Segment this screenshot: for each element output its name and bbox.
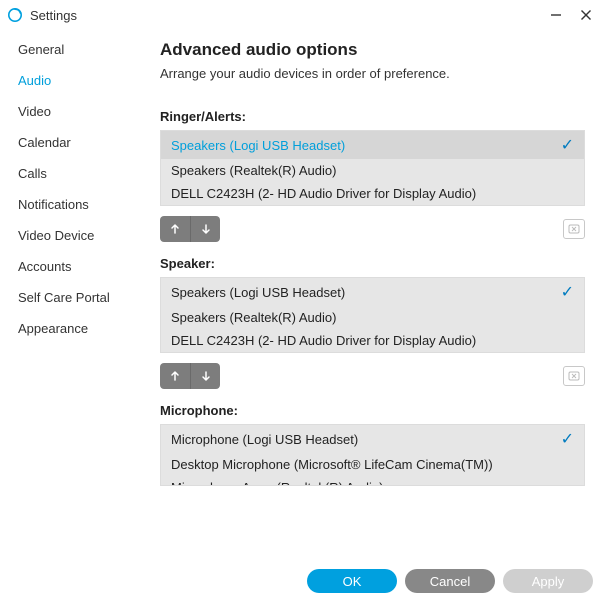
cancel-button[interactable]: Cancel <box>405 569 495 593</box>
device-row[interactable]: Speakers (Logi USB Headset) ✓ <box>161 278 584 306</box>
speaker-list-controls <box>160 363 585 389</box>
device-row[interactable]: Speakers (Realtek(R) Audio) <box>161 159 584 182</box>
check-icon: ✓ <box>554 282 574 302</box>
microphone-label: Microphone: <box>160 403 585 418</box>
main-panel: Advanced audio options Arrange your audi… <box>160 30 607 561</box>
page-subtitle: Arrange your audio devices in order of p… <box>160 66 585 81</box>
speaker-device-list: Speakers (Logi USB Headset) ✓ Speakers (… <box>160 277 585 353</box>
speaker-label: Speaker: <box>160 256 585 271</box>
device-row[interactable]: Microphone (Logi USB Headset) ✓ <box>161 425 584 453</box>
device-label: Desktop Microphone (Microsoft® LifeCam C… <box>171 457 574 472</box>
sidebar-item-accounts[interactable]: Accounts <box>0 251 160 282</box>
device-label: DELL C2423H (2- HD Audio Driver for Disp… <box>171 186 574 201</box>
sidebar-item-label: Appearance <box>18 321 88 336</box>
reorder-buttons <box>160 363 220 389</box>
sidebar-item-calls[interactable]: Calls <box>0 158 160 189</box>
app-icon <box>6 6 24 24</box>
check-icon: ✓ <box>554 429 574 449</box>
device-label: Microphone (Logi USB Headset) <box>171 432 554 447</box>
ringer-list-controls <box>160 216 585 242</box>
ringer-label: Ringer/Alerts: <box>160 109 585 124</box>
device-row[interactable]: Speakers (Realtek(R) Audio) <box>161 306 584 329</box>
move-up-button[interactable] <box>160 363 190 389</box>
sidebar-item-self-care-portal[interactable]: Self Care Portal <box>0 282 160 313</box>
sidebar-item-label: Video Device <box>18 228 94 243</box>
ringer-device-list: Speakers (Logi USB Headset) ✓ Speakers (… <box>160 130 585 206</box>
body: General Audio Video Calendar Calls Notif… <box>0 30 607 561</box>
sidebar-item-label: Calendar <box>18 135 71 150</box>
window-title: Settings <box>30 8 77 23</box>
sidebar-item-video[interactable]: Video <box>0 96 160 127</box>
device-row[interactable]: Speakers (Logi USB Headset) ✓ <box>161 131 584 159</box>
sidebar-item-label: Accounts <box>18 259 71 274</box>
close-button[interactable] <box>571 1 601 29</box>
device-label: Speakers (Logi USB Headset) <box>171 285 554 300</box>
sidebar-item-video-device[interactable]: Video Device <box>0 220 160 251</box>
page-title: Advanced audio options <box>160 40 585 60</box>
microphone-device-list: Microphone (Logi USB Headset) ✓ Desktop … <box>160 424 585 486</box>
device-row[interactable]: Desktop Microphone (Microsoft® LifeCam C… <box>161 453 584 476</box>
sidebar-item-label: Notifications <box>18 197 89 212</box>
footer: OK Cancel Apply <box>0 561 607 601</box>
minimize-button[interactable] <box>541 1 571 29</box>
sidebar-item-notifications[interactable]: Notifications <box>0 189 160 220</box>
remove-button[interactable] <box>563 219 585 239</box>
sidebar-item-label: Video <box>18 104 51 119</box>
titlebar: Settings <box>0 0 607 30</box>
sidebar-item-appearance[interactable]: Appearance <box>0 313 160 344</box>
device-label: Speakers (Realtek(R) Audio) <box>171 310 574 325</box>
apply-button[interactable]: Apply <box>503 569 593 593</box>
device-label: Speakers (Logi USB Headset) <box>171 138 554 153</box>
device-label: Microphone Array (Realtek(R) Audio) <box>171 480 574 486</box>
sidebar-item-label: Calls <box>18 166 47 181</box>
remove-button[interactable] <box>563 366 585 386</box>
sidebar-item-calendar[interactable]: Calendar <box>0 127 160 158</box>
device-row[interactable]: DELL C2423H (2- HD Audio Driver for Disp… <box>161 329 584 352</box>
ok-button[interactable]: OK <box>307 569 397 593</box>
move-down-button[interactable] <box>190 216 220 242</box>
move-up-button[interactable] <box>160 216 190 242</box>
sidebar-item-general[interactable]: General <box>0 34 160 65</box>
sidebar-item-audio[interactable]: Audio <box>0 65 160 96</box>
move-down-button[interactable] <box>190 363 220 389</box>
sidebar-item-label: General <box>18 42 64 57</box>
check-icon: ✓ <box>554 135 574 155</box>
settings-window: Settings General Audio Video Calendar Ca… <box>0 0 607 601</box>
reorder-buttons <box>160 216 220 242</box>
device-label: Speakers (Realtek(R) Audio) <box>171 163 574 178</box>
device-row[interactable]: Microphone Array (Realtek(R) Audio) <box>161 476 584 486</box>
device-row[interactable]: DELL C2423H (2- HD Audio Driver for Disp… <box>161 182 584 205</box>
device-label: DELL C2423H (2- HD Audio Driver for Disp… <box>171 333 574 348</box>
sidebar-item-label: Self Care Portal <box>18 290 110 305</box>
sidebar-item-label: Audio <box>18 73 51 88</box>
sidebar: General Audio Video Calendar Calls Notif… <box>0 30 160 561</box>
